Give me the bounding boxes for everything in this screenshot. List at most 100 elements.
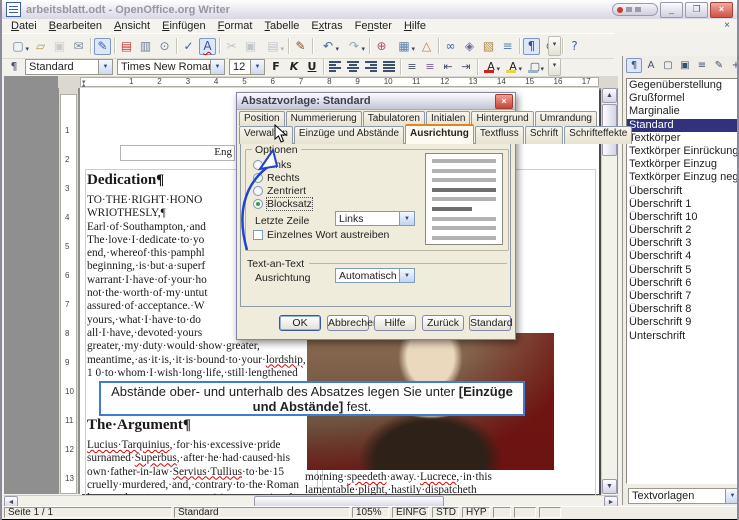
zurück-button[interactable]: Zurück	[422, 315, 464, 331]
dialog-tab-einzüge-und-abstände[interactable]: Einzüge und Abstände	[294, 126, 404, 144]
menu-ansicht[interactable]: Ansicht	[108, 20, 156, 32]
spellcheck-icon[interactable]: ✓	[180, 38, 197, 55]
scroll-down-icon[interactable]: ▼	[602, 479, 617, 494]
list-styles-icon[interactable]: ≡	[694, 58, 710, 73]
style-item[interactable]: Überschrift 7	[627, 290, 737, 303]
standard-toolbar-options-icon[interactable]: ▾	[548, 36, 561, 56]
style-item[interactable]: Überschrift 10	[627, 211, 737, 224]
gallery-icon[interactable]: ▧	[480, 38, 497, 55]
combo-dropdown-icon[interactable]: ▼	[399, 269, 414, 282]
zoom-level[interactable]: 105%	[352, 507, 389, 518]
header-text-frame[interactable]: Eng	[120, 145, 235, 161]
page-preview-icon[interactable]: ⊙	[156, 38, 173, 55]
selection-mode[interactable]: STD	[432, 507, 459, 518]
dialog-tab-hintergrund[interactable]: Hintergrund	[471, 111, 533, 126]
menu-bearbeiten[interactable]: Bearbeiten	[43, 20, 108, 32]
style-item[interactable]: Grußformel	[627, 92, 737, 105]
style-item[interactable]: Überschrift 5	[627, 264, 737, 277]
abbrechen-button[interactable]: Abbrechen	[327, 315, 369, 331]
dialog-tab-schrift[interactable]: Schrift	[525, 126, 563, 144]
combo-dropdown-icon[interactable]: ▼	[399, 212, 414, 225]
font-color-icon[interactable]: A▾	[481, 59, 501, 75]
increase-indent-icon[interactable]: ⇥	[458, 59, 474, 75]
paragraph-style-combo[interactable]: Standard ▼	[25, 59, 113, 75]
print-icon[interactable]: ▥	[137, 38, 154, 55]
format-paintbrush-icon[interactable]: ✎	[292, 38, 309, 55]
dialog-tab-textfluss[interactable]: Textfluss	[475, 126, 524, 144]
combo-dropdown-icon[interactable]: ▼	[210, 60, 224, 74]
styles-window-icon[interactable]: ¶	[6, 59, 22, 75]
page-style[interactable]: Standard	[174, 507, 350, 518]
dialog-tab-schrifteffekte[interactable]: Schrifteffekte	[564, 126, 632, 144]
menu-tabelle[interactable]: Tabelle	[258, 20, 305, 32]
find-replace-icon[interactable]: ∞	[442, 38, 459, 55]
align-justified-icon[interactable]	[381, 59, 397, 75]
data-sources-icon[interactable]: ≡	[499, 38, 516, 55]
formatting-toolbar-options-icon[interactable]: ▾	[548, 58, 561, 76]
fill-format-mode-icon[interactable]: ✎	[711, 58, 727, 73]
edit-file-icon[interactable]: ✎	[94, 38, 111, 55]
document-as-email-icon[interactable]: ✉	[70, 38, 87, 55]
auto-spellcheck-icon[interactable]: A	[199, 38, 216, 55]
redo-icon[interactable]: ↷▾	[342, 38, 366, 55]
undo-icon[interactable]: ↶▾	[316, 38, 340, 55]
style-item[interactable]: Textkörper	[627, 132, 737, 145]
close-document-icon[interactable]: ×	[721, 20, 733, 32]
character-styles-icon[interactable]: A	[643, 58, 659, 73]
combo-dropdown-icon[interactable]: ▼	[725, 489, 739, 503]
style-item[interactable]: Überschrift 3	[627, 237, 737, 250]
new-document-icon[interactable]: ▢▾	[6, 38, 30, 55]
font-name-combo[interactable]: Times New Roman ▼	[117, 59, 225, 75]
align-left-icon[interactable]	[327, 59, 343, 75]
dialog-title-bar[interactable]: Absatzvorlage: Standard	[237, 93, 515, 110]
style-item[interactable]: Überschrift	[627, 185, 737, 198]
decrease-indent-icon[interactable]: ⇤	[440, 59, 456, 75]
nonprinting-characters-icon[interactable]: ¶	[523, 38, 540, 55]
underline-icon[interactable]: U	[304, 59, 320, 75]
menu-einfügen[interactable]: Einfügen	[156, 20, 211, 32]
bold-icon[interactable]: F	[268, 59, 284, 75]
style-item[interactable]: Überschrift 2	[627, 224, 737, 237]
menu-datei[interactable]: Datei	[5, 20, 43, 32]
font-size-combo[interactable]: 12 ▼	[229, 59, 265, 75]
page-styles-icon[interactable]: ▣	[677, 58, 693, 73]
insert-table-icon[interactable]: ▦▾	[392, 38, 416, 55]
style-item[interactable]: Textkörper Einzug negativ	[627, 171, 737, 184]
last-line-combo[interactable]: Links ▼	[335, 211, 415, 226]
hyperlink-mode[interactable]: HYP	[462, 507, 490, 518]
combo-dropdown-icon[interactable]: ▼	[98, 60, 112, 74]
style-item[interactable]: Überschrift 9	[627, 316, 737, 329]
insert-mode[interactable]: EINFG	[392, 507, 429, 518]
style-item[interactable]: Marginalie	[627, 105, 737, 118]
hyperlink-icon[interactable]: ⊕	[373, 38, 390, 55]
menu-fenster[interactable]: Fenster	[349, 20, 398, 32]
menu-format[interactable]: Format	[212, 20, 259, 32]
dialog-close-icon[interactable]: ×	[495, 94, 513, 109]
combo-dropdown-icon[interactable]: ▼	[250, 60, 264, 74]
vertical-scrollbar[interactable]: ▲ ▼	[601, 88, 617, 494]
dialog-tab-nummerierung[interactable]: Nummerierung	[286, 111, 362, 126]
paragraph-styles-icon[interactable]: ¶	[626, 58, 642, 73]
style-item[interactable]: Überschrift 1	[627, 198, 737, 211]
style-item[interactable]: Überschrift 4	[627, 250, 737, 263]
highlighting-icon[interactable]: A▾	[503, 59, 523, 75]
dialog-tab-umrandung[interactable]: Umrandung	[535, 111, 597, 126]
frame-styles-icon[interactable]: ▢	[660, 58, 676, 73]
restore-button[interactable]: ❐	[685, 2, 708, 18]
style-item[interactable]: Überschrift 6	[627, 277, 737, 290]
style-item[interactable]: Standard	[627, 119, 737, 132]
style-item[interactable]: Gegenüberstellung	[627, 79, 737, 92]
menu-hilfe[interactable]: Hilfe	[398, 20, 432, 32]
recording-indicator[interactable]	[612, 3, 658, 16]
bullet-list-icon[interactable]: ≡	[422, 59, 438, 75]
vertical-ruler[interactable]: 12345678910111213	[59, 88, 78, 494]
align-center-icon[interactable]	[345, 59, 361, 75]
numbered-list-icon[interactable]: ≡	[404, 59, 420, 75]
align-right-icon[interactable]	[363, 59, 379, 75]
new-style-from-selection-icon[interactable]: +	[728, 58, 739, 73]
draw-functions-icon[interactable]: △	[418, 38, 435, 55]
menu-extras[interactable]: Extras	[305, 20, 348, 32]
ok-button[interactable]: OK	[279, 315, 321, 331]
help-icon[interactable]: ?	[566, 38, 583, 55]
standard-button[interactable]: Standard	[469, 315, 511, 331]
